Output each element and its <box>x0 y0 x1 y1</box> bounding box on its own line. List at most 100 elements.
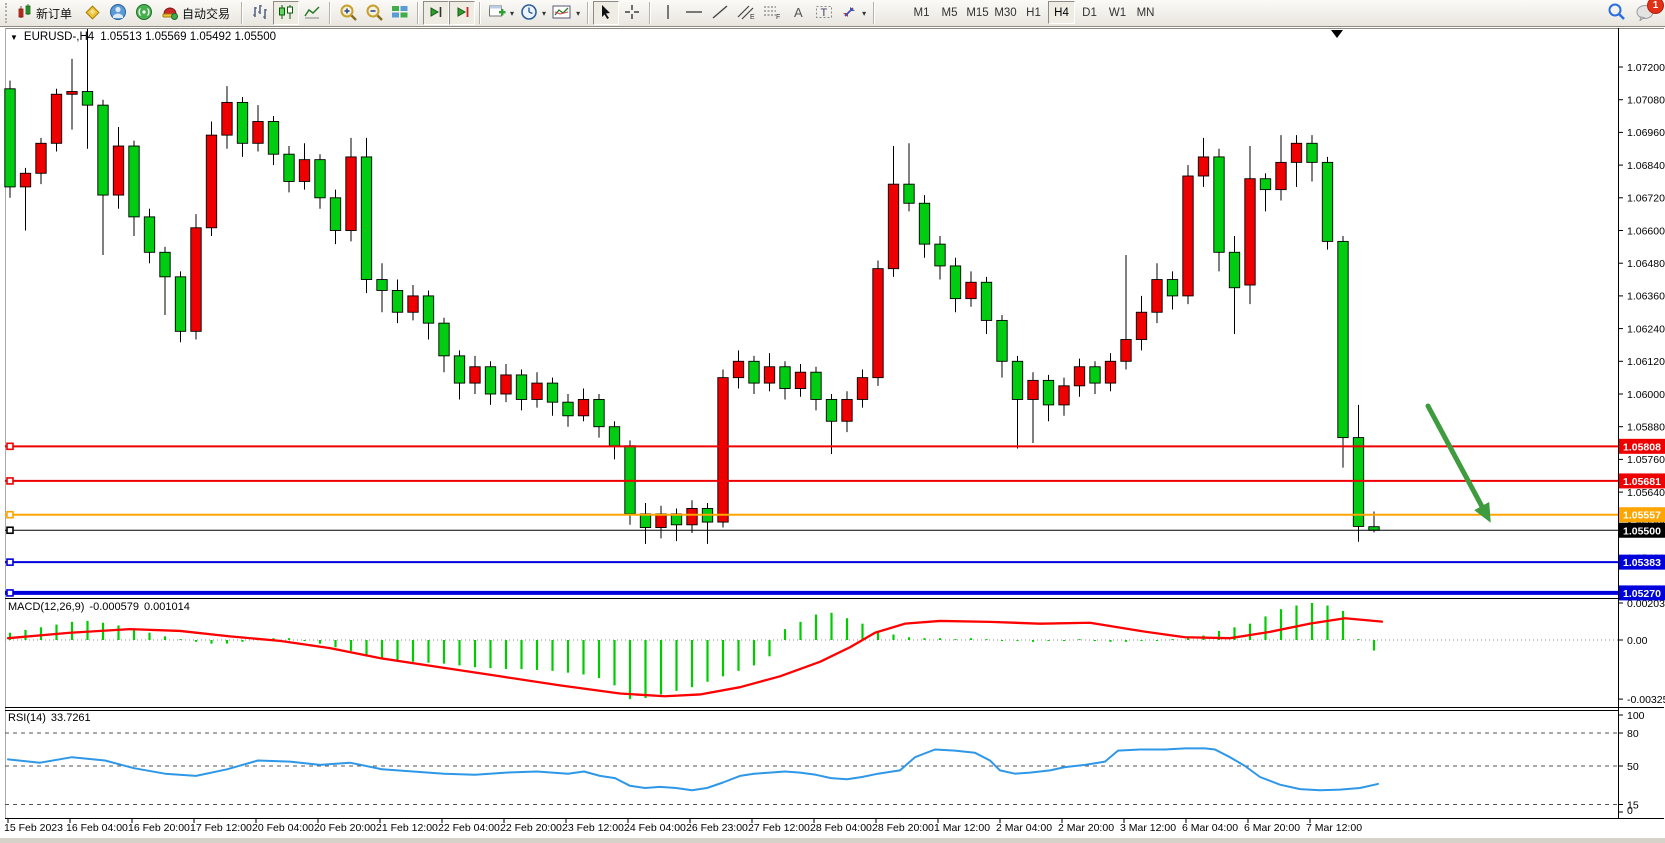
macd-histogram-bar <box>1156 640 1158 641</box>
price-level-handle[interactable] <box>7 512 13 518</box>
candlestick-chart-icon <box>277 4 295 23</box>
macd-histogram-bar <box>40 627 42 640</box>
chart-canvas[interactable]: 1.072001.070801.069601.068401.067201.066… <box>0 0 1665 843</box>
chart-symbol-period: EURUSD-,H4 <box>24 31 94 43</box>
time-axis-label: 6 Mar 20:00 <box>1244 822 1300 834</box>
autotrading-button[interactable]: 自动交易 <box>157 1 237 25</box>
time-axis-label: 20 Feb 20:00 <box>314 822 376 834</box>
timeframe-button-H1[interactable]: H1 <box>1020 1 1047 24</box>
candle-body <box>1198 157 1208 176</box>
candle-body <box>284 154 294 181</box>
rsi-axis-label: 80 <box>1627 728 1639 740</box>
templates-button[interactable]: ▾ <box>549 1 583 25</box>
price-level-tag-label: 1.05808 <box>1623 441 1661 453</box>
toolbar-separator <box>417 2 419 24</box>
market-watch-button[interactable] <box>79 1 105 25</box>
candle-body <box>795 372 805 388</box>
candle-body <box>1121 340 1131 362</box>
candle-body <box>1105 361 1115 383</box>
time-axis-label: 15 Feb 2023 <box>4 822 63 834</box>
signals-button[interactable] <box>131 1 157 25</box>
timeframe-button-W1[interactable]: W1 <box>1104 1 1131 24</box>
time-axis-label: 22 Feb 20:00 <box>500 822 562 834</box>
search-button[interactable] <box>1603 1 1629 25</box>
price-level-tag-label: 1.05681 <box>1623 476 1661 488</box>
new-order-button[interactable]: 新订单 <box>14 1 79 25</box>
cursor-button[interactable] <box>593 1 619 25</box>
zoom-out-button[interactable] <box>361 1 387 25</box>
timeframe-button-H4[interactable]: H4 <box>1048 1 1075 24</box>
vertical-line-button[interactable] <box>655 1 681 25</box>
candle-body <box>206 135 216 228</box>
timeframe-button-M5[interactable]: M5 <box>936 1 963 24</box>
timeframe-button-M1[interactable]: M1 <box>908 1 935 24</box>
candle-body <box>20 173 30 187</box>
arrows-button[interactable]: ▾ <box>837 1 869 25</box>
macd-histogram-bar <box>691 640 693 687</box>
trendline-button[interactable] <box>707 1 733 25</box>
macd-histogram-bar <box>381 640 383 658</box>
auto-scroll-button[interactable] <box>449 1 475 25</box>
macd-histogram-bar <box>1125 640 1127 642</box>
candlestick-chart-button[interactable] <box>273 1 299 25</box>
candle-body <box>966 282 976 298</box>
notifications-button[interactable]: 1 <box>1633 1 1659 25</box>
price-axis-label: 1.06000 <box>1627 389 1665 401</box>
price-level-handle[interactable] <box>7 559 13 565</box>
market-watch-icon <box>83 3 101 24</box>
tile-windows-icon <box>391 4 409 23</box>
candle-body <box>1090 367 1100 383</box>
new-chart-button[interactable]: ▾ <box>485 1 517 25</box>
price-level-handle[interactable] <box>7 443 13 449</box>
channel-icon: E <box>736 4 756 23</box>
candle-body <box>594 399 604 426</box>
chart-title: ▼ EURUSD-,H4 1.05513 1.05569 1.05492 1.0… <box>10 31 276 43</box>
macd-value: -0.000579 <box>89 601 139 613</box>
timeframe-button-D1[interactable]: D1 <box>1076 1 1103 24</box>
tile-windows-button[interactable] <box>387 1 413 25</box>
toolbar-grip[interactable] <box>5 3 11 23</box>
timeframe-button-MN[interactable]: MN <box>1132 1 1159 24</box>
macd-axis-label: 0.00 <box>1627 635 1648 647</box>
timeframe-button-M15[interactable]: M15 <box>964 1 991 24</box>
text-button[interactable]: A <box>785 1 811 25</box>
shift-end-button[interactable] <box>423 1 449 25</box>
macd-histogram-bar <box>1094 640 1096 641</box>
macd-histogram-bar <box>722 640 724 676</box>
crosshair-button[interactable] <box>619 1 645 25</box>
channel-button[interactable]: E <box>733 1 759 25</box>
candle-body <box>346 157 356 231</box>
price-level-handle[interactable] <box>7 590 13 596</box>
time-axis-label: 21 Feb 12:00 <box>376 822 438 834</box>
text-label-icon: T <box>815 4 833 23</box>
macd-histogram-bar <box>117 625 119 640</box>
candle-body <box>919 203 929 244</box>
macd-histogram-bar <box>784 629 786 640</box>
candle-body <box>609 427 619 446</box>
zoom-in-button[interactable] <box>335 1 361 25</box>
price-level-handle[interactable] <box>7 478 13 484</box>
navigator-button[interactable] <box>105 1 131 25</box>
templates-icon <box>552 4 572 23</box>
timeframe-button-M30[interactable]: M30 <box>992 1 1019 24</box>
candle-body <box>237 102 247 143</box>
periodicity-button[interactable]: ▾ <box>517 1 549 25</box>
fibonacci-icon: F <box>762 4 782 23</box>
fibonacci-button[interactable]: F <box>759 1 785 25</box>
macd-histogram-bar <box>1326 606 1328 640</box>
candle-body <box>1012 361 1022 399</box>
navigator-icon <box>109 3 127 24</box>
price-axis-label: 1.06360 <box>1627 291 1665 303</box>
bar-chart-button[interactable] <box>247 1 273 25</box>
horizontal-line-button[interactable] <box>681 1 707 25</box>
candle-body <box>625 446 635 514</box>
macd-histogram-bar <box>55 625 57 640</box>
macd-histogram-bar <box>164 636 166 640</box>
toolbar-separator <box>873 2 875 24</box>
price-level-tag-label: 1.05500 <box>1623 525 1661 537</box>
text-label-button[interactable]: T <box>811 1 837 25</box>
price-level-handle[interactable] <box>7 527 13 533</box>
line-chart-button[interactable] <box>299 1 325 25</box>
price-axis-label: 1.06720 <box>1627 193 1665 205</box>
macd-histogram-bar <box>1171 639 1173 640</box>
